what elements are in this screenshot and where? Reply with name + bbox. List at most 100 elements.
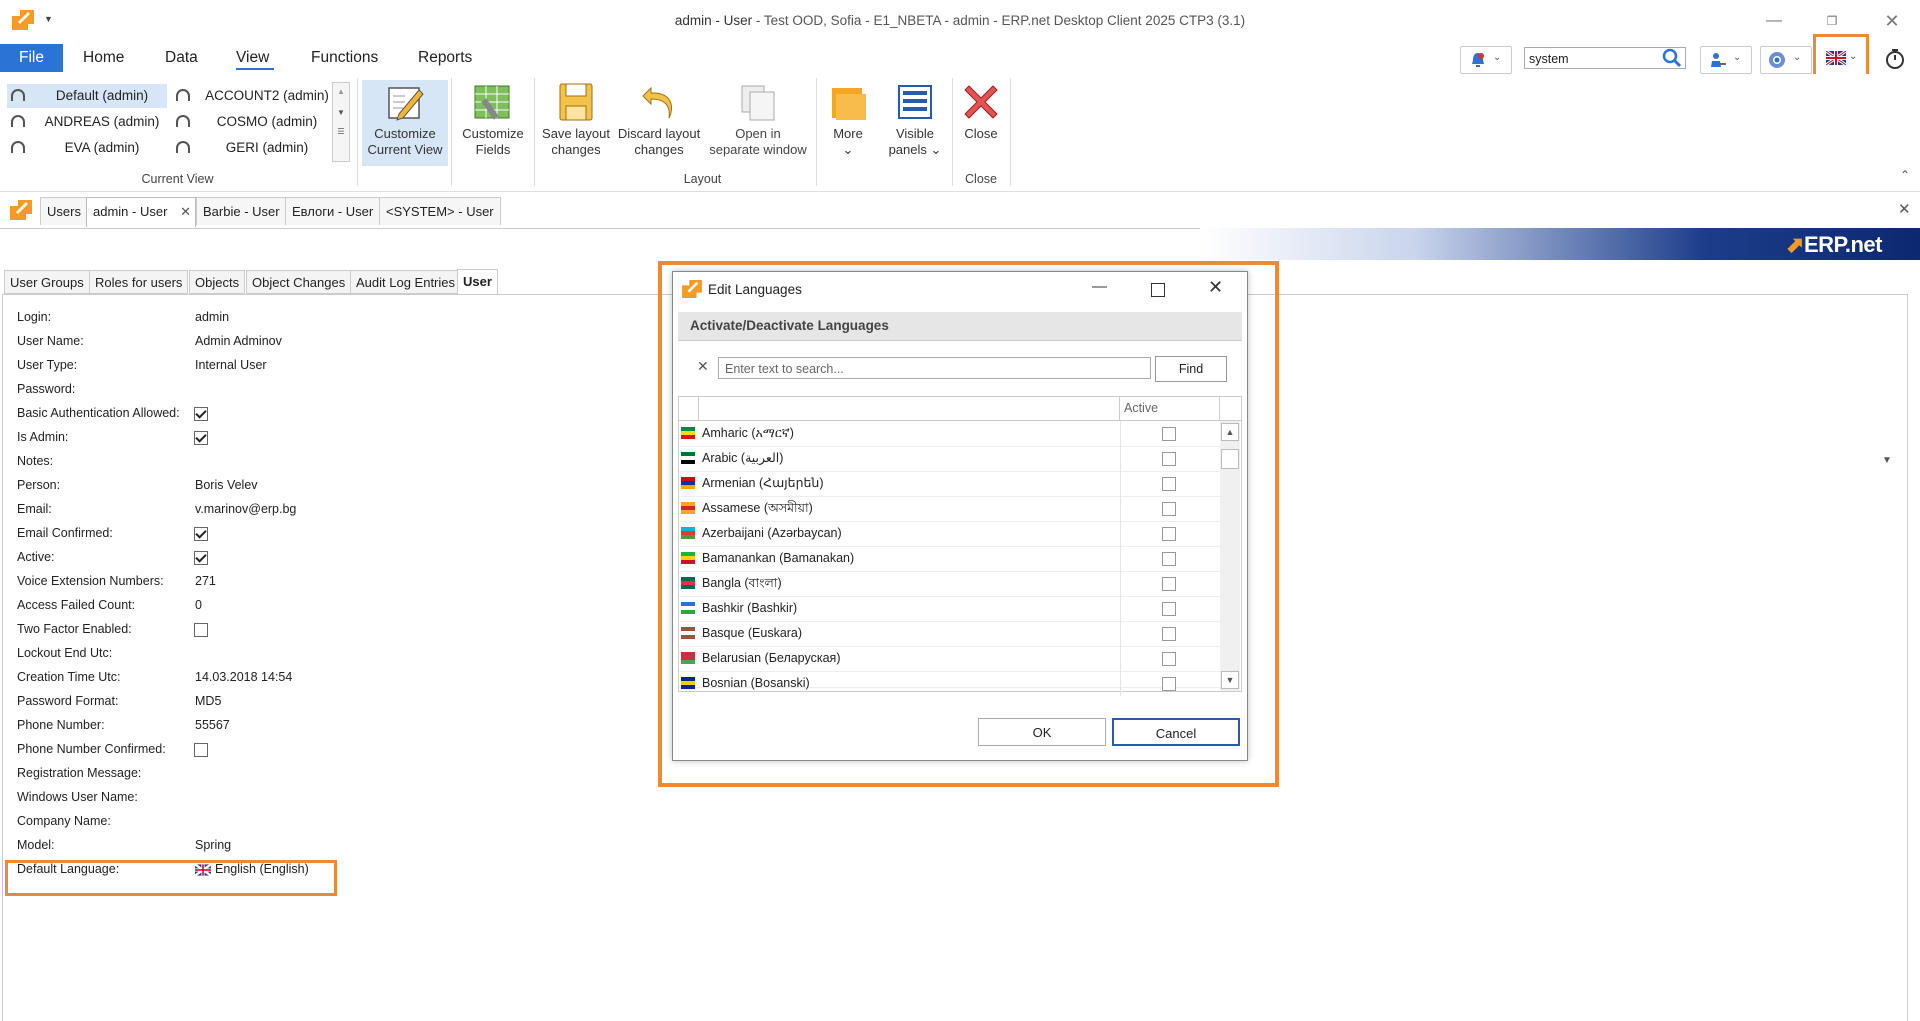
dialog-close-icon[interactable]: ✕ xyxy=(1208,277,1223,298)
close-all-tabs-icon[interactable]: ✕ xyxy=(1898,200,1911,218)
language-row[interactable]: Azerbaijani (Azərbaycan) xyxy=(679,521,1220,547)
active-checkbox[interactable] xyxy=(1162,627,1176,641)
more-button[interactable]: More ⌄ xyxy=(820,80,876,158)
sub-tab-audit-log[interactable]: Audit Log Entries xyxy=(350,270,462,294)
ok-button[interactable]: OK xyxy=(978,718,1106,746)
dialog-maximize-icon[interactable] xyxy=(1151,283,1165,297)
view-item-account2[interactable]: ACCOUNT2 (admin) xyxy=(172,84,332,108)
doc-tab-users[interactable]: Users xyxy=(40,197,88,225)
open-separate-window-button[interactable]: Open in separate window xyxy=(706,80,810,158)
column-header-active[interactable]: Active xyxy=(1124,401,1158,415)
active-checkbox[interactable] xyxy=(1162,527,1176,541)
view-item-andreas[interactable]: ANDREAS (admin) xyxy=(7,110,167,134)
field-value[interactable]: v.marinov@erp.bg xyxy=(195,502,296,516)
field-checkbox[interactable] xyxy=(194,743,208,757)
file-tab[interactable]: File xyxy=(0,44,63,72)
scroll-thumb[interactable] xyxy=(1221,449,1239,469)
field-checkbox[interactable] xyxy=(194,527,208,541)
panel-dropdown-icon[interactable]: ▼ xyxy=(1882,455,1892,466)
field-value[interactable]: 55567 xyxy=(195,718,230,732)
gallery-scroll[interactable]: ▲ ▼ ☰ xyxy=(332,82,350,162)
user-menu-button[interactable]: ⌄ xyxy=(1700,46,1752,74)
search-icon[interactable] xyxy=(1662,48,1682,68)
sub-tab-user-groups[interactable]: User Groups xyxy=(4,270,90,294)
visible-panels-button[interactable]: Visible panels ⌄ xyxy=(880,80,950,158)
doc-tab-system-user[interactable]: <SYSTEM> - User xyxy=(379,197,501,225)
grid-scrollbar[interactable]: ▲ ▼ xyxy=(1220,421,1240,691)
sub-tab-objects[interactable]: Objects xyxy=(189,270,246,294)
language-row[interactable]: Amharic (አማርኛ) xyxy=(679,421,1220,447)
language-search-input[interactable]: Enter text to search... xyxy=(718,357,1151,379)
doc-tab-evlogi-user[interactable]: Евлоги - User xyxy=(285,197,381,225)
language-flag-icon xyxy=(681,477,695,489)
active-checkbox[interactable] xyxy=(1162,652,1176,666)
active-checkbox[interactable] xyxy=(1162,677,1176,691)
view-item-eva[interactable]: EVA (admin) xyxy=(7,136,167,160)
gallery-expand-icon[interactable]: ☰ xyxy=(333,127,349,136)
doc-tab-barbie-user[interactable]: Barbie - User xyxy=(196,197,287,225)
language-flag-icon xyxy=(681,627,695,639)
find-button[interactable]: Find xyxy=(1155,356,1227,382)
scroll-down-icon[interactable]: ▼ xyxy=(1221,671,1239,689)
close-ribbon-button[interactable]: Close xyxy=(956,80,1006,142)
cancel-button[interactable]: Cancel xyxy=(1112,718,1240,746)
doc-tab-admin-user[interactable]: admin - User ✕ xyxy=(86,197,196,227)
dialog-minimize-icon[interactable]: — xyxy=(1092,278,1107,295)
language-row[interactable]: Basque (Euskara) xyxy=(679,621,1220,647)
chevron-down-icon[interactable]: ▼ xyxy=(333,108,349,117)
scroll-up-icon[interactable]: ▲ xyxy=(1221,423,1239,441)
timer-icon[interactable] xyxy=(1884,48,1906,70)
sub-tab-object-changes[interactable]: Object Changes xyxy=(246,270,352,294)
field-value[interactable]: Internal User xyxy=(195,358,267,372)
notifications-button[interactable]: ⌄ xyxy=(1460,46,1512,74)
customize-current-view-button[interactable]: Customize Current View xyxy=(362,80,448,166)
field-checkbox[interactable] xyxy=(194,431,208,445)
active-checkbox[interactable] xyxy=(1162,502,1176,516)
clear-search-icon[interactable]: ✕ xyxy=(697,358,709,375)
language-row[interactable]: Armenian (Հայերեն) xyxy=(679,471,1220,497)
help-button[interactable]: ⌄ xyxy=(1760,46,1812,74)
sub-tab-user[interactable]: User xyxy=(457,269,498,295)
tab-data[interactable]: Data xyxy=(165,43,198,73)
language-row[interactable]: Bashkir (Bashkir) xyxy=(679,596,1220,622)
active-checkbox[interactable] xyxy=(1162,477,1176,491)
field-value[interactable]: 271 xyxy=(195,574,216,588)
active-checkbox[interactable] xyxy=(1162,427,1176,441)
field-checkbox[interactable] xyxy=(194,551,208,565)
language-row[interactable]: Bangla (বাংলা) xyxy=(679,571,1220,597)
active-checkbox[interactable] xyxy=(1162,552,1176,566)
tab-home[interactable]: Home xyxy=(83,43,124,73)
restore-icon[interactable]: ❐ xyxy=(1812,8,1852,34)
active-checkbox[interactable] xyxy=(1162,602,1176,616)
discard-layout-button[interactable]: Discard layout changes xyxy=(617,80,701,158)
view-item-default[interactable]: Default (admin) xyxy=(7,84,167,108)
customize-fields-button[interactable]: Customize Fields xyxy=(455,80,531,158)
save-layout-button[interactable]: Save layout changes xyxy=(538,80,614,158)
language-row[interactable]: Bosnian (Bosanski) xyxy=(679,671,1220,696)
field-value[interactable]: Boris Velev xyxy=(195,478,258,492)
language-row[interactable]: Assamese (অসমীয়া) xyxy=(679,496,1220,522)
active-checkbox[interactable] xyxy=(1162,577,1176,591)
field-value[interactable]: MD5 xyxy=(195,694,221,708)
view-item-cosmo[interactable]: COSMO (admin) xyxy=(172,110,332,134)
sub-tab-roles[interactable]: Roles for users xyxy=(89,270,189,294)
language-row[interactable]: Bamanankan (Bamanakan) xyxy=(679,546,1220,572)
view-item-geri[interactable]: GERI (admin) xyxy=(172,136,332,160)
tab-reports[interactable]: Reports xyxy=(418,43,472,73)
tab-functions[interactable]: Functions xyxy=(311,43,378,73)
field-value[interactable]: Spring xyxy=(195,838,231,852)
language-row[interactable]: Belarusian (Беларуская) xyxy=(679,646,1220,672)
field-checkbox[interactable] xyxy=(194,623,208,637)
field-value[interactable]: 0 xyxy=(195,598,202,612)
field-checkbox[interactable] xyxy=(194,407,208,421)
field-value[interactable]: Admin Adminov xyxy=(195,334,282,348)
chevron-up-icon[interactable]: ▲ xyxy=(333,87,349,96)
active-checkbox[interactable] xyxy=(1162,452,1176,466)
close-tab-icon[interactable]: ✕ xyxy=(180,198,191,226)
minimize-icon[interactable]: — xyxy=(1754,8,1794,34)
collapse-ribbon-icon[interactable]: ⌃ xyxy=(1900,168,1910,182)
field-value[interactable]: 14.03.2018 14:54 xyxy=(195,670,292,684)
field-value[interactable]: admin xyxy=(195,310,229,324)
close-window-icon[interactable]: ✕ xyxy=(1872,8,1912,34)
language-row[interactable]: Arabic (العربية) xyxy=(679,446,1220,472)
